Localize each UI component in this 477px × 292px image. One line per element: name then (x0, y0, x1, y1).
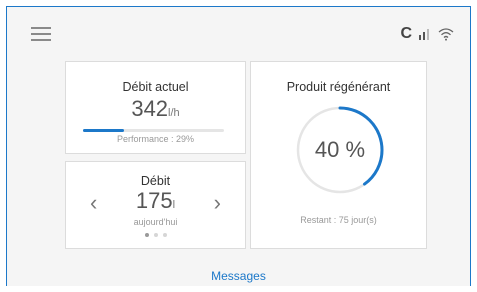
performance-progress-fill (83, 129, 124, 132)
hamburger-menu-icon[interactable] (31, 27, 51, 41)
app-screen: C Débit actuel 342l/h Performance : 29% … (6, 6, 471, 286)
chevron-right-icon[interactable]: › (214, 192, 221, 214)
daily-flow-title: Débit (140, 174, 171, 188)
status-bar: C (400, 25, 454, 43)
pagination-dot[interactable] (162, 233, 167, 237)
status-letter: C (400, 25, 412, 42)
daily-flow-caption: aujourd'hui (133, 217, 178, 227)
regenerant-card[interactable]: Produit régénérant 40 % Restant : 75 jou… (250, 61, 427, 249)
regenerant-title: Produit régénérant (286, 80, 391, 94)
current-flow-value-row: 342l/h (66, 96, 245, 122)
pagination-dot[interactable] (144, 233, 149, 237)
daily-flow-unit: l (172, 199, 176, 211)
performance-label: Performance : 29% (116, 134, 195, 144)
pagination-dot[interactable] (153, 233, 158, 237)
current-flow-card[interactable]: Débit actuel 342l/h Performance : 29% (65, 61, 246, 154)
current-flow-title: Débit actuel (122, 80, 189, 94)
pagination-dots[interactable] (66, 233, 245, 237)
daily-flow-value: 175 (135, 188, 173, 213)
performance-progress-bar (83, 129, 224, 132)
daily-flow-card[interactable]: Débit ‹ 175l › aujourd'hui (65, 161, 246, 249)
messages-link[interactable]: Messages (7, 269, 470, 283)
current-flow-unit: l/h (168, 107, 180, 119)
current-flow-value: 342 (131, 96, 169, 121)
regenerant-percent: 40 % (314, 137, 366, 162)
regenerant-remaining: Restant : 75 jour(s) (300, 215, 377, 225)
signal-strength-icon (419, 29, 429, 40)
wifi-icon (438, 28, 454, 41)
